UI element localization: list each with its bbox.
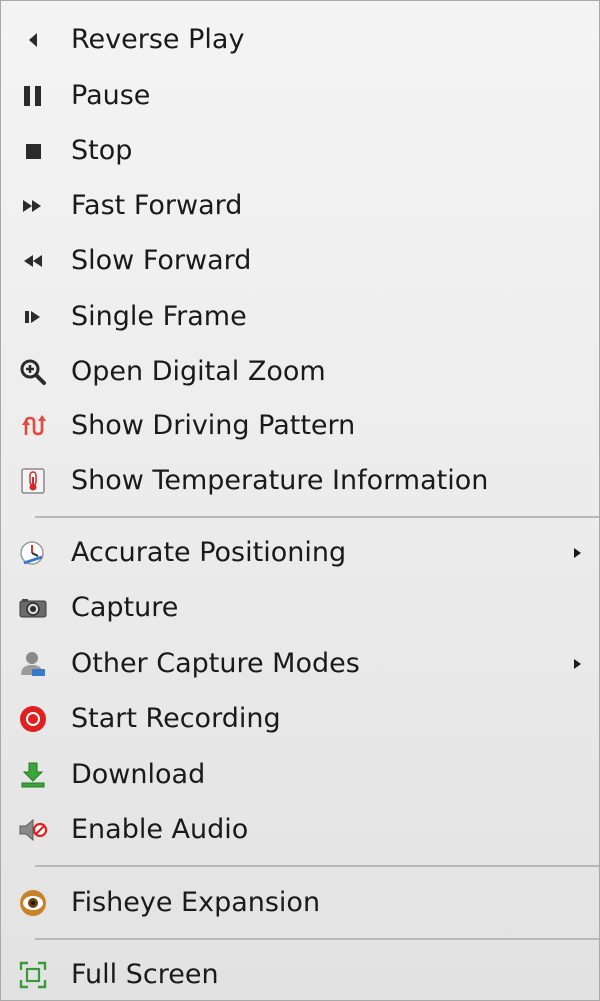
record-icon xyxy=(16,702,50,736)
menu-item-label: Stop xyxy=(71,134,133,166)
menu-item-fisheye-expansion[interactable]: Fisheye Expansion xyxy=(1,878,599,928)
menu-item-label: Enable Audio xyxy=(71,813,249,845)
menu-item-label: Slow Forward xyxy=(71,244,252,276)
speaker-muted-icon xyxy=(16,813,50,847)
menu-item-pause[interactable]: Pause xyxy=(1,71,599,121)
menu-item-label: Download xyxy=(71,758,206,790)
menu-item-label: Other Capture Modes xyxy=(71,647,360,679)
menu-item-label: Fisheye Expansion xyxy=(71,886,321,918)
menu-item-label: Start Recording xyxy=(71,702,281,734)
full-screen-icon xyxy=(16,958,50,992)
menu-item-capture[interactable]: Capture xyxy=(1,583,599,633)
menu-item-single-frame[interactable]: Single Frame xyxy=(1,292,599,342)
menu-separator xyxy=(35,938,599,940)
menu-item-other-capture-modes[interactable]: Other Capture Modes xyxy=(1,639,599,689)
menu-item-fast-forward[interactable]: Fast Forward xyxy=(1,181,599,231)
menu-item-label: Open Digital Zoom xyxy=(71,355,326,387)
pause-icon xyxy=(16,79,50,113)
menu-item-show-driving-pattern[interactable]: Show Driving Pattern xyxy=(1,401,599,451)
driving-pattern-icon xyxy=(16,409,50,443)
menu-item-show-temperature-information[interactable]: Show Temperature Information xyxy=(1,456,599,506)
camera-icon xyxy=(16,591,50,625)
menu-separator xyxy=(35,516,599,518)
menu-item-label: Reverse Play xyxy=(71,23,245,55)
menu-item-label: Show Driving Pattern xyxy=(71,409,356,441)
clock-positioning-icon xyxy=(16,536,50,570)
thermometer-icon xyxy=(16,464,50,498)
menu-item-label: Accurate Positioning xyxy=(71,536,347,568)
fast-forward-icon xyxy=(16,189,50,223)
menu-item-reverse-play[interactable]: Reverse Play xyxy=(1,15,599,65)
menu-item-accurate-positioning[interactable]: Accurate Positioning xyxy=(1,528,599,578)
menu-item-label: Single Frame xyxy=(71,300,247,332)
user-capture-icon xyxy=(16,647,50,681)
menu-item-full-screen[interactable]: Full Screen xyxy=(1,950,599,1000)
submenu-arrow-icon xyxy=(574,659,581,669)
context-menu: Reverse Play Pause Stop Fast Forward Slo… xyxy=(0,0,600,1001)
download-icon xyxy=(16,758,50,792)
slow-forward-icon xyxy=(16,244,50,278)
submenu-arrow-icon xyxy=(574,548,581,558)
menu-item-label: Pause xyxy=(71,79,151,111)
single-frame-icon xyxy=(16,300,50,334)
reverse-play-icon xyxy=(16,23,50,57)
menu-item-label: Fast Forward xyxy=(71,189,243,221)
menu-item-label: Full Screen xyxy=(71,958,219,990)
menu-item-start-recording[interactable]: Start Recording xyxy=(1,694,599,744)
menu-item-label: Capture xyxy=(71,591,179,623)
menu-item-open-digital-zoom[interactable]: Open Digital Zoom xyxy=(1,347,599,397)
menu-separator xyxy=(35,865,599,867)
zoom-in-icon xyxy=(16,355,50,389)
stop-icon xyxy=(16,134,50,168)
menu-item-slow-forward[interactable]: Slow Forward xyxy=(1,236,599,286)
menu-item-enable-audio[interactable]: Enable Audio xyxy=(1,805,599,855)
fisheye-icon xyxy=(16,886,50,920)
menu-item-stop[interactable]: Stop xyxy=(1,126,599,176)
menu-item-label: Show Temperature Information xyxy=(71,464,489,496)
menu-item-download[interactable]: Download xyxy=(1,750,599,800)
